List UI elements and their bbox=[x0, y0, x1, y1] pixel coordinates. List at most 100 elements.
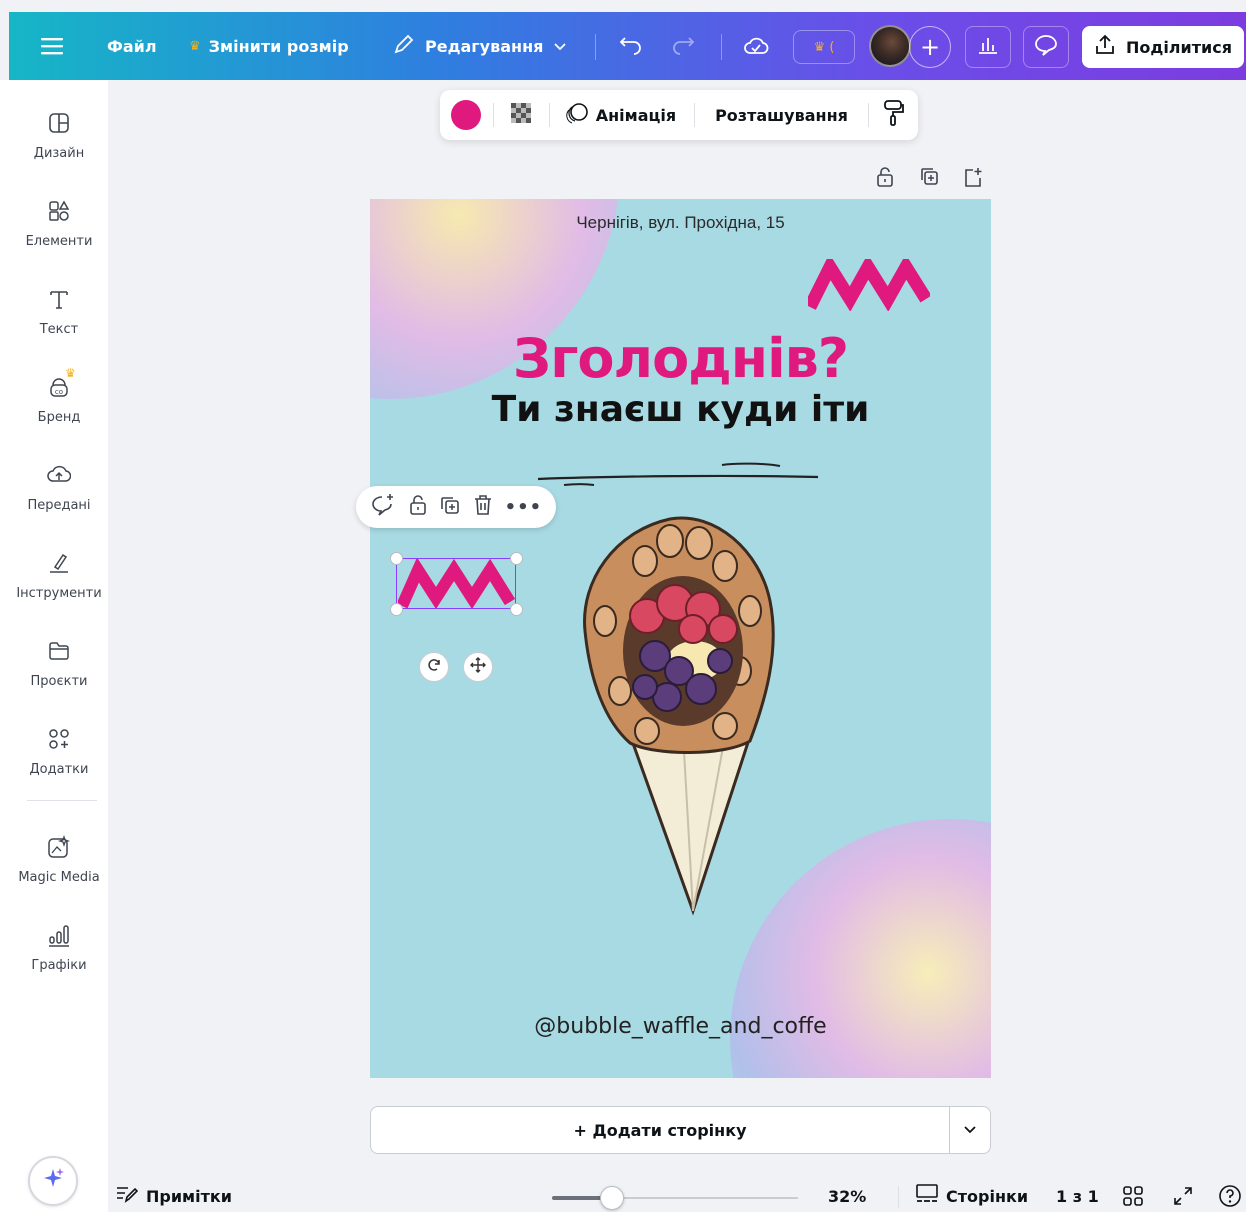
editing-menu[interactable]: Редагування bbox=[393, 12, 567, 80]
sidebar-item-brand[interactable]: ♛ co Бренд bbox=[9, 366, 109, 425]
sidebar-item-magic-media[interactable]: Magic Media bbox=[9, 834, 109, 885]
plus-icon: + bbox=[919, 33, 941, 61]
chevron-down-icon bbox=[964, 1123, 976, 1137]
sidebar-item-tools[interactable]: Інструменти bbox=[9, 550, 109, 601]
position-button[interactable]: Розташування bbox=[695, 106, 868, 125]
add-comment-icon[interactable] bbox=[370, 493, 396, 521]
sidebar: Дизайн Елементи Текст ♛ co Бренд Передан… bbox=[0, 80, 108, 1212]
sidebar-item-projects[interactable]: Проєкти bbox=[9, 638, 109, 689]
instagram-handle-text[interactable]: @bubble_waffle_and_coffe bbox=[370, 1014, 991, 1039]
move-icon bbox=[470, 657, 486, 677]
charts-icon bbox=[46, 922, 72, 948]
animation-icon bbox=[566, 101, 590, 129]
sidebar-item-elements[interactable]: Елементи bbox=[9, 198, 109, 249]
sidebar-item-uploads[interactable]: Передані bbox=[9, 462, 109, 513]
waffle-cone-illustration[interactable] bbox=[575, 511, 795, 916]
grid-view-icon[interactable] bbox=[1122, 1180, 1144, 1212]
upload-icon bbox=[1094, 34, 1116, 60]
insights-button[interactable] bbox=[965, 26, 1011, 68]
crown-icon: ♛ bbox=[65, 366, 76, 380]
sidebar-item-charts[interactable]: Графіки bbox=[9, 922, 109, 973]
zigzag-graphic[interactable] bbox=[808, 259, 930, 311]
underline-stroke-graphic[interactable] bbox=[534, 457, 824, 493]
page-actions bbox=[874, 164, 984, 190]
zoom-level[interactable]: 32% bbox=[828, 1180, 866, 1212]
avatar[interactable] bbox=[869, 12, 911, 80]
file-menu[interactable]: Файл bbox=[107, 12, 157, 80]
duplicate-icon[interactable] bbox=[439, 494, 461, 520]
selection-toolbar: ••• bbox=[356, 486, 556, 528]
comments-button[interactable] bbox=[1023, 26, 1069, 68]
notes-button[interactable]: Примітки bbox=[116, 1180, 232, 1212]
resize-handle[interactable] bbox=[390, 552, 403, 565]
position-label: Розташування bbox=[715, 105, 848, 125]
svg-text:co: co bbox=[55, 388, 63, 396]
trash-icon[interactable] bbox=[473, 494, 493, 520]
cloud-saved-icon[interactable] bbox=[743, 12, 769, 80]
resize-button[interactable]: ♛ Змінити розмір bbox=[189, 12, 349, 80]
subline-text[interactable]: Ти знаєш куди іти bbox=[370, 389, 991, 430]
add-page-button[interactable]: + Додати сторінку bbox=[371, 1121, 949, 1140]
undo-icon[interactable] bbox=[617, 12, 641, 80]
address-text[interactable]: Чернігів, вул. Прохідна, 15 bbox=[370, 213, 991, 233]
zoom-slider-thumb[interactable] bbox=[600, 1186, 625, 1210]
add-page-icon[interactable] bbox=[962, 164, 984, 190]
color-swatch bbox=[451, 100, 482, 130]
animation-button[interactable]: Анімація bbox=[550, 101, 694, 129]
add-page-bar: + Додати сторінку bbox=[370, 1106, 991, 1154]
redo-icon[interactable] bbox=[673, 12, 697, 80]
draw-icon bbox=[46, 550, 72, 576]
sidebar-item-label: Елементи bbox=[25, 234, 93, 249]
crown-icon: ♛ bbox=[189, 38, 201, 54]
rotate-handle[interactable] bbox=[419, 652, 449, 682]
apps-icon bbox=[46, 726, 72, 752]
headline-text[interactable]: Зголоднів? bbox=[370, 327, 991, 390]
add-collaborator-button[interactable]: + bbox=[909, 26, 951, 68]
sidebar-item-apps[interactable]: Додатки bbox=[9, 726, 109, 777]
sparkle-icon bbox=[40, 1166, 66, 1196]
sidebar-item-text[interactable]: Текст bbox=[9, 286, 109, 337]
notes-label: Примітки bbox=[146, 1186, 232, 1206]
sidebar-item-label: Magic Media bbox=[18, 870, 100, 885]
chart-icon bbox=[977, 35, 999, 59]
top-bar: Файл ♛ Змінити розмір Редагування ♛ ( + bbox=[9, 12, 1246, 80]
upload-cloud-icon bbox=[46, 462, 72, 488]
page-counter: 1 з 1 bbox=[1056, 1186, 1099, 1206]
pages-button[interactable]: Сторінки bbox=[916, 1180, 1028, 1212]
pages-icon bbox=[916, 1184, 938, 1208]
magic-media-icon bbox=[46, 834, 72, 860]
pencil-icon bbox=[393, 33, 415, 59]
more-options-icon[interactable]: ••• bbox=[505, 497, 543, 518]
move-handle[interactable] bbox=[463, 652, 493, 682]
duplicate-page-icon[interactable] bbox=[918, 164, 940, 190]
color-swatch-button[interactable] bbox=[440, 100, 493, 130]
editing-label: Редагування bbox=[425, 36, 544, 56]
crown-icon: ♛ ( bbox=[813, 39, 835, 55]
resize-handle[interactable] bbox=[390, 603, 403, 616]
help-icon[interactable] bbox=[1218, 1180, 1242, 1212]
add-page-options[interactable] bbox=[949, 1107, 990, 1153]
shapes-icon bbox=[46, 198, 72, 224]
share-label: Поділитися bbox=[1126, 37, 1232, 57]
premium-button[interactable]: ♛ ( bbox=[793, 30, 855, 64]
sidebar-item-design[interactable]: Дизайн bbox=[9, 110, 109, 161]
fullscreen-icon[interactable] bbox=[1172, 1180, 1194, 1212]
sidebar-item-label: Передані bbox=[27, 498, 91, 513]
comment-icon bbox=[1034, 34, 1058, 60]
resize-handle[interactable] bbox=[510, 603, 523, 616]
magic-assistant-button[interactable] bbox=[28, 1156, 78, 1206]
lock-icon[interactable] bbox=[874, 164, 896, 190]
sidebar-item-label: Текст bbox=[39, 322, 79, 337]
resize-handle[interactable] bbox=[510, 552, 523, 565]
menu-icon[interactable] bbox=[41, 12, 63, 80]
lock-icon[interactable] bbox=[408, 494, 428, 520]
copy-style-button[interactable] bbox=[869, 99, 918, 131]
share-button[interactable]: Поділитися bbox=[1082, 26, 1244, 68]
design-page[interactable]: Чернігів, вул. Прохідна, 15 Зголоднів? Т… bbox=[370, 199, 991, 1078]
sidebar-item-label: Дизайн bbox=[33, 146, 85, 161]
transparency-button[interactable] bbox=[494, 101, 549, 129]
bottom-divider bbox=[898, 1186, 899, 1208]
sidebar-item-label: Бренд bbox=[37, 410, 81, 425]
sidebar-divider bbox=[27, 800, 97, 801]
selection-frame bbox=[396, 558, 516, 609]
